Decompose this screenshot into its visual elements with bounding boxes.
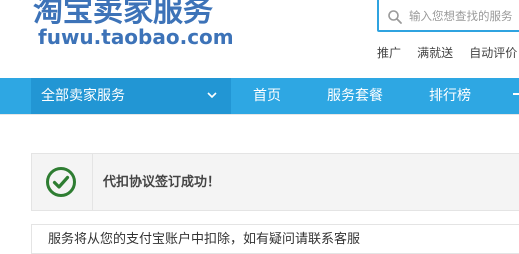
- logo-domain[interactable]: fuwu.taobao.com: [38, 25, 234, 49]
- search-icon[interactable]: [387, 9, 403, 25]
- site-header: 淘宝卖家服务 fuwu.taobao.com 推广 满就送 自动评价: [0, 0, 519, 78]
- next-section: 服务将从您的支付宝账户中扣除，如有疑问请联系客服: [31, 224, 519, 254]
- success-check-icon: [46, 167, 76, 197]
- all-services-dropdown[interactable]: 全部卖家服务: [31, 78, 231, 114]
- main-nav: 全部卖家服务 首页 服务套餐 排行榜: [0, 78, 519, 114]
- hot-link-full-gift[interactable]: 满就送: [417, 45, 453, 61]
- notice-icon-area: [32, 154, 93, 210]
- hot-links: 推广 满就送 自动评价: [377, 42, 519, 61]
- search-input[interactable]: [409, 6, 519, 26]
- nav-item-home[interactable]: 首页: [253, 87, 281, 105]
- header-divider: [0, 114, 519, 115]
- notice-message: 代扣协议签订成功！: [103, 175, 221, 190]
- hot-link-promotion[interactable]: 推广: [377, 45, 401, 61]
- all-services-label: 全部卖家服务: [41, 88, 125, 104]
- chevron-down-icon: [207, 92, 217, 99]
- nav-item-rankings[interactable]: 排行榜: [429, 87, 471, 105]
- success-notice: 代扣协议签订成功！: [31, 153, 519, 211]
- hot-link-auto-review[interactable]: 自动评价: [469, 45, 517, 61]
- nav-overflow-indicator: [513, 93, 519, 95]
- next-section-text: 服务将从您的支付宝账户中扣除，如有疑问请联系客服: [48, 232, 361, 247]
- nav-item-packages[interactable]: 服务套餐: [327, 87, 383, 105]
- search-box: [377, 0, 519, 32]
